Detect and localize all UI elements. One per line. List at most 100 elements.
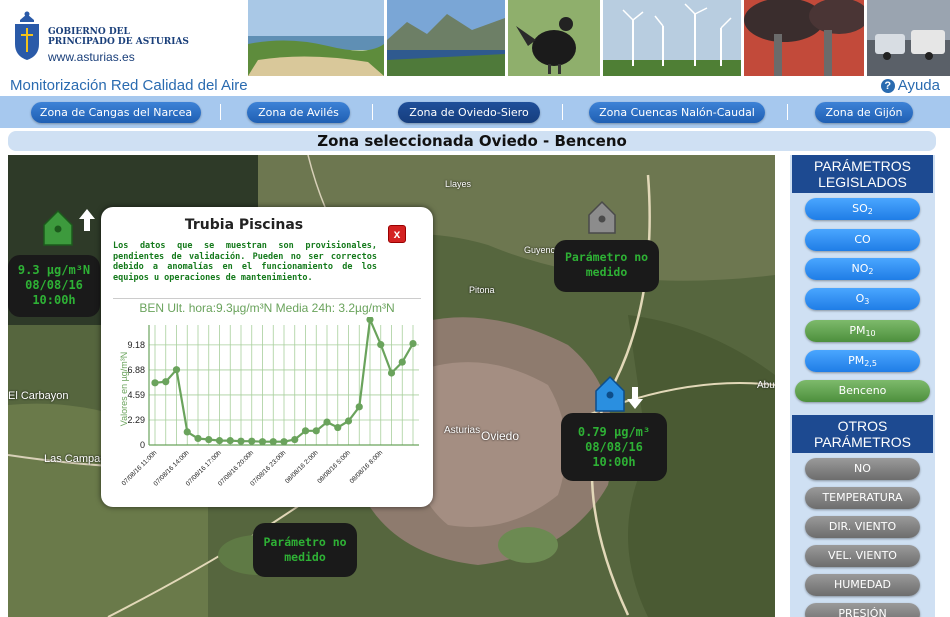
data-point <box>151 379 159 387</box>
data-point <box>248 437 256 445</box>
y-tick-label: 6.88 <box>127 365 145 375</box>
gov-name: GOBIERNO DEL PRINCIPADO DE ASTURIAS <box>48 27 189 47</box>
data-point <box>194 434 202 443</box>
y-tick-label: 9.18 <box>127 340 145 350</box>
header-photo-lake <box>387 0 505 76</box>
zone-button-aviles[interactable]: Zona de Avilés <box>247 102 350 123</box>
param-button-humedad[interactable]: HUMEDAD <box>805 574 920 596</box>
data-point <box>269 438 277 446</box>
data-point <box>334 423 342 432</box>
param-button-no[interactable]: NO <box>805 458 920 480</box>
station-not-measured[interactable]: Parámetro no medido <box>554 240 659 292</box>
header-photo-beach <box>248 0 384 76</box>
nav-separator <box>562 104 563 120</box>
help-icon: ? <box>880 78 895 93</box>
map-label: Llayes <box>445 179 472 189</box>
y-axis-label: Valores en µg/m³N <box>119 352 129 427</box>
station-house-icon-gray[interactable] <box>586 199 620 235</box>
data-point <box>355 403 363 411</box>
param-button-benceno[interactable]: Benceno <box>795 380 930 402</box>
help-link[interactable]: ? Ayuda <box>880 77 940 94</box>
zone-button-oviedo-siero[interactable]: Zona de Oviedo-Siero <box>398 102 540 123</box>
header-photo-traffic <box>867 0 950 76</box>
gov-url[interactable]: www.asturias.es <box>48 50 135 64</box>
header: GOBIERNO DEL PRINCIPADO DE ASTURIAS www.… <box>0 0 950 76</box>
header-photo-windmills <box>603 0 741 76</box>
y-tick-label: 2.29 <box>127 415 145 425</box>
app-title: Monitorización Red Calidad del Aire <box>10 77 248 94</box>
y-tick-label: 4.59 <box>127 390 145 400</box>
map-label: El Carbayon <box>8 390 69 402</box>
data-point <box>226 437 234 445</box>
param-button-so2[interactable]: SO2 <box>805 198 920 220</box>
popup-title: Trubia Piscinas <box>184 217 304 233</box>
benzene-line-chart: 0 2.29 4.59 6.88 9.18 Valores en µg/m³N 07/08/… <box>119 317 419 488</box>
data-point <box>387 369 396 377</box>
nav-separator <box>220 104 221 120</box>
nav-separator <box>372 104 373 120</box>
y-tick-label: 0 <box>140 440 145 450</box>
header-photo-chimneys <box>744 0 864 76</box>
station-house-icon-blue[interactable] <box>593 373 643 413</box>
param-button-temperatura[interactable]: TEMPERATURA <box>805 487 920 509</box>
data-point <box>366 317 374 324</box>
other-params-header: OTROS PARÁMETROS <box>792 415 933 453</box>
station-house-icon-green[interactable] <box>40 207 102 247</box>
data-point <box>323 418 331 426</box>
zone-nav: Zona de Cangas del Narcea Zona de Avilés… <box>0 96 950 128</box>
param-button-o3[interactable]: O3 <box>805 288 920 310</box>
asturias-crest-icon <box>15 11 39 60</box>
param-button-presi-n[interactable]: PRESIÓN <box>805 603 920 617</box>
help-label: Ayuda <box>897 77 940 94</box>
data-point <box>291 435 299 444</box>
param-button-vel--viento[interactable]: VEL. VIENTO <box>805 545 920 567</box>
data-point <box>301 427 310 435</box>
data-point <box>237 437 245 445</box>
data-point <box>280 438 288 446</box>
data-point <box>398 358 406 366</box>
data-point <box>183 428 191 436</box>
station-not-measured[interactable]: Parámetro no medido <box>253 523 357 577</box>
data-point <box>344 417 353 425</box>
station-value-oviedo[interactable]: 0.79 µg/m³ 08/08/16 10:00h <box>561 413 667 481</box>
data-point <box>409 339 417 348</box>
x-tick-label: 08/08/16 5:00h <box>316 449 352 485</box>
x-tick-label: 08/08/16 2:00h <box>284 449 320 485</box>
divider <box>113 298 421 299</box>
data-point <box>377 341 385 349</box>
param-button-pm10[interactable]: PM10 <box>805 320 920 342</box>
legislated-params-header: PARÁMETROS LEGISLADOS <box>792 155 933 193</box>
provisional-data-note: Los datos que se muestran son provisiona… <box>113 241 377 283</box>
chart-header: BEN Ult. hora:9.3µg/m³N Media 24h: 3.2µg… <box>139 301 395 315</box>
zone-button-nalon-caudal[interactable]: Zona Cuencas Nalón-Caudal <box>589 102 765 123</box>
data-point <box>215 437 224 445</box>
header-photo-bird <box>508 0 600 76</box>
param-button-no2[interactable]: NO2 <box>805 258 920 280</box>
param-button-co[interactable]: CO <box>805 229 920 251</box>
zone-button-gijon[interactable]: Zona de Gijón <box>815 102 913 123</box>
data-point <box>172 366 181 374</box>
parameters-sidebar: PARÁMETROS LEGISLADOS OTROS PARÁMETROS S… <box>790 155 935 617</box>
station-popup: Trubia Piscinas x Los datos que se muest… <box>101 207 433 507</box>
data-point <box>162 378 170 386</box>
x-tick-label: 07/08/16 23:00h <box>249 449 287 487</box>
logo[interactable]: GOBIERNO DEL PRINCIPADO DE ASTURIAS www.… <box>0 0 248 76</box>
close-button[interactable]: x <box>388 225 406 243</box>
page: GOBIERNO DEL PRINCIPADO DE ASTURIAS www.… <box>0 0 950 617</box>
param-button-pm25[interactable]: PM2,5 <box>805 350 920 372</box>
map-label: Las Campas <box>44 453 106 465</box>
nav-separator <box>787 104 788 120</box>
station-value-trubia[interactable]: 9.3 µg/m³N 08/08/16 10:00h <box>8 255 100 317</box>
param-button-dir--viento[interactable]: DIR. VIENTO <box>805 516 920 538</box>
x-tick-label: 08/08/16 8:00h <box>349 449 385 485</box>
title-bar: Monitorización Red Calidad del Aire ? Ay… <box>0 76 950 96</box>
map-label: Asturias <box>444 425 481 436</box>
data-point <box>205 435 213 444</box>
data-point <box>258 438 267 446</box>
zone-button-cangas[interactable]: Zona de Cangas del Narcea <box>31 102 201 123</box>
data-point <box>312 427 320 435</box>
selected-zone-title: Zona seleccionada Oviedo - Benceno <box>8 131 936 151</box>
map-label: Abu <box>757 380 775 391</box>
map-label: Oviedo <box>481 429 520 443</box>
map-label: Pitona <box>469 285 495 295</box>
